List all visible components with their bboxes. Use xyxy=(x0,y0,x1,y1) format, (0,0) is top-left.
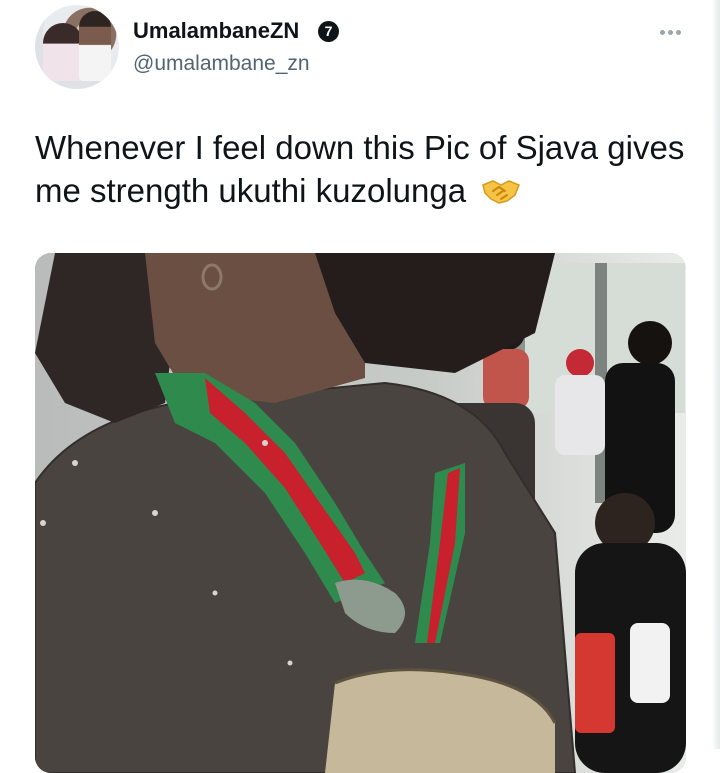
handshake-icon xyxy=(481,172,521,215)
panel-edge xyxy=(712,0,720,749)
user-handle[interactable]: @umalambane_zn xyxy=(133,52,310,76)
display-name[interactable]: UmalambaneZN xyxy=(133,18,299,44)
dot-icon xyxy=(659,29,665,35)
more-options-button[interactable] xyxy=(652,22,688,42)
dot-icon xyxy=(667,29,673,35)
avatar-child-figure xyxy=(43,23,83,81)
verified-badge-icon: 7 xyxy=(318,21,339,42)
photo-icon xyxy=(35,253,686,773)
tweet-text-content: Whenever I feel down this Pic of Sjava g… xyxy=(35,129,685,209)
dot-icon xyxy=(675,29,681,35)
tweet-photo[interactable] xyxy=(35,253,686,773)
tweet-text: Whenever I feel down this Pic of Sjava g… xyxy=(35,126,685,215)
avatar-adult-figure xyxy=(79,11,111,81)
avatar[interactable] xyxy=(35,5,119,89)
tweet-card[interactable]: UmalambaneZN 7 @umalambane_zn Whenever I… xyxy=(0,0,712,773)
